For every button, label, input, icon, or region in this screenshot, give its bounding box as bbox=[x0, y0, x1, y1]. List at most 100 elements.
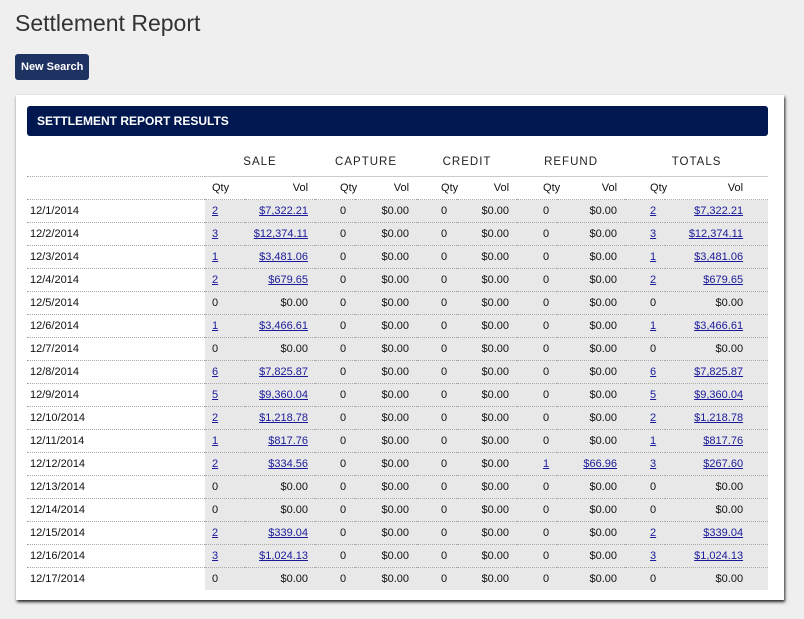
sale-vol-link[interactable]: $817.76 bbox=[268, 435, 308, 447]
results-header: SETTLEMENT REPORT RESULTS bbox=[27, 106, 768, 136]
totals-vol-link[interactable]: $9,360.04 bbox=[694, 389, 743, 401]
credit-vol-cell: $0.00 bbox=[457, 291, 518, 315]
credit-vol-cell: $0.00 bbox=[457, 199, 518, 223]
qty-header: Qty bbox=[417, 176, 458, 200]
refund-qty-link[interactable]: 1 bbox=[543, 458, 549, 470]
settlement-table: SALE CAPTURE CREDIT REFUND TOTALS Qty Vol… bbox=[27, 148, 769, 590]
date-cell: 12/6/2014 bbox=[27, 314, 205, 338]
refund-qty-cell: 0 bbox=[517, 567, 558, 590]
refund-vol-link[interactable]: $66.96 bbox=[583, 458, 617, 470]
credit-qty-cell: 0 bbox=[417, 452, 458, 476]
date-cell: 12/4/2014 bbox=[27, 268, 205, 292]
sale-qty-link[interactable]: 6 bbox=[212, 366, 218, 378]
sale-qty-cell: 5 bbox=[205, 383, 245, 407]
qty-header: Qty bbox=[205, 176, 245, 200]
sale-qty-link[interactable]: 2 bbox=[212, 458, 218, 470]
capture-qty-cell: 0 bbox=[315, 429, 356, 453]
table-row: 12/7/2014 0 $0.00 0 $0.00 0 $0.00 0 $0.00 0 $0.00 bbox=[27, 337, 769, 361]
totals-vol-link[interactable]: $12,374.11 bbox=[689, 228, 743, 240]
sale-qty-link[interactable]: 1 bbox=[212, 251, 218, 263]
totals-vol-link[interactable]: $7,825.87 bbox=[694, 366, 743, 378]
sale-qty-link[interactable]: 2 bbox=[212, 527, 218, 539]
sale-vol-link[interactable]: $7,825.87 bbox=[259, 366, 308, 378]
capture-qty-cell: 0 bbox=[315, 291, 356, 315]
totals-qty-link[interactable]: 5 bbox=[650, 389, 656, 401]
sale-vol-link[interactable]: $1,024.13 bbox=[259, 550, 308, 562]
totals-qty-cell: 0 bbox=[625, 498, 666, 522]
sale-vol-link[interactable]: $1,218.78 bbox=[259, 412, 308, 424]
credit-vol-cell: $0.00 bbox=[457, 314, 518, 338]
sale-qty-link[interactable]: 2 bbox=[212, 412, 218, 424]
totals-qty-link[interactable]: 1 bbox=[650, 251, 656, 263]
totals-vol-cell: $3,466.61 bbox=[665, 314, 769, 338]
totals-vol-link[interactable]: $679.65 bbox=[703, 274, 743, 286]
sale-qty-link[interactable]: 2 bbox=[212, 205, 218, 217]
totals-vol-link[interactable]: $1,218.78 bbox=[694, 412, 743, 424]
totals-qty-link[interactable]: 2 bbox=[650, 205, 656, 217]
totals-qty-link[interactable]: 3 bbox=[650, 458, 656, 470]
new-search-button[interactable]: New Search bbox=[15, 54, 90, 80]
totals-vol-link[interactable]: $7,322.21 bbox=[694, 205, 743, 217]
capture-vol-cell: $0.00 bbox=[355, 544, 418, 568]
totals-qty-link[interactable]: 2 bbox=[650, 274, 656, 286]
sale-vol-link[interactable]: $679.65 bbox=[268, 274, 308, 286]
sale-vol-cell: $1,218.78 bbox=[245, 406, 316, 430]
sale-qty-cell: 0 bbox=[205, 567, 245, 590]
sale-qty-link[interactable]: 5 bbox=[212, 389, 218, 401]
table-row: 12/8/2014 6 $7,825.87 0 $0.00 0 $0.00 0 $0.00 6 $7… bbox=[27, 360, 769, 384]
totals-vol-cell: $1,218.78 bbox=[665, 406, 769, 430]
totals-vol-link[interactable]: $817.76 bbox=[703, 435, 743, 447]
totals-vol-link[interactable]: $339.04 bbox=[703, 527, 743, 539]
totals-vol-cell: $1,024.13 bbox=[665, 544, 769, 568]
credit-qty-cell: 0 bbox=[417, 314, 458, 338]
qty-header: Qty bbox=[517, 176, 560, 200]
sale-qty-link[interactable]: 1 bbox=[212, 320, 218, 332]
refund-qty-cell: 0 bbox=[517, 498, 558, 522]
totals-qty-link[interactable]: 3 bbox=[650, 550, 656, 562]
totals-qty-cell: 3 bbox=[625, 452, 666, 476]
sale-vol-link[interactable]: $7,322.21 bbox=[259, 205, 308, 217]
table-row: 12/13/2014 0 $0.00 0 $0.00 0 $0.00 0 $0.00 0 $0.00 bbox=[27, 475, 769, 499]
sale-qty-link[interactable]: 3 bbox=[212, 550, 218, 562]
capture-vol-cell: $0.00 bbox=[355, 314, 418, 338]
sale-qty-link[interactable]: 2 bbox=[212, 274, 218, 286]
sale-vol-link[interactable]: $339.04 bbox=[268, 527, 308, 539]
credit-vol-cell: $0.00 bbox=[457, 452, 518, 476]
refund-vol-cell: $0.00 bbox=[557, 314, 626, 338]
credit-qty-cell: 0 bbox=[417, 222, 458, 246]
sale-vol-link[interactable]: $334.56 bbox=[268, 458, 308, 470]
totals-qty-cell: 2 bbox=[625, 268, 666, 292]
totals-qty-link[interactable]: 6 bbox=[650, 366, 656, 378]
sale-qty-link[interactable]: 3 bbox=[212, 228, 218, 240]
credit-vol-cell: $0.00 bbox=[457, 268, 518, 292]
sale-vol-cell: $817.76 bbox=[245, 429, 316, 453]
totals-vol-link[interactable]: $267.60 bbox=[703, 458, 743, 470]
capture-vol-cell: $0.00 bbox=[355, 268, 418, 292]
totals-qty-link[interactable]: 1 bbox=[650, 435, 656, 447]
totals-qty-link[interactable]: 2 bbox=[650, 527, 656, 539]
sale-vol-link[interactable]: $12,374.11 bbox=[254, 228, 308, 240]
table-row: 12/16/2014 3 $1,024.13 0 $0.00 0 $0.00 0 $0.00 3 $… bbox=[27, 544, 769, 568]
totals-vol-link[interactable]: $3,481.06 bbox=[694, 251, 743, 263]
sale-qty-cell: 1 bbox=[205, 429, 245, 453]
refund-vol-cell: $0.00 bbox=[557, 245, 626, 269]
totals-vol-link[interactable]: $1,024.13 bbox=[694, 550, 743, 562]
totals-qty-link[interactable]: 3 bbox=[650, 228, 656, 240]
sale-qty-link[interactable]: 1 bbox=[212, 435, 218, 447]
table-row: 12/9/2014 5 $9,360.04 0 $0.00 0 $0.00 0 $0.00 5 $9… bbox=[27, 383, 769, 407]
table-row: 12/4/2014 2 $679.65 0 $0.00 0 $0.00 0 $0.00 2 $679… bbox=[27, 268, 769, 292]
group-sale: SALE bbox=[243, 156, 277, 168]
credit-qty-cell: 0 bbox=[417, 498, 458, 522]
sale-vol-link[interactable]: $3,466.61 bbox=[259, 320, 308, 332]
capture-qty-cell: 0 bbox=[315, 544, 356, 568]
vol-header: Vol bbox=[665, 176, 769, 200]
sale-vol-link[interactable]: $9,360.04 bbox=[259, 389, 308, 401]
totals-qty-link[interactable]: 2 bbox=[650, 412, 656, 424]
credit-qty-cell: 0 bbox=[417, 291, 458, 315]
totals-vol-cell: $0.00 bbox=[665, 567, 769, 590]
totals-vol-link[interactable]: $3,466.61 bbox=[694, 320, 743, 332]
sale-vol-link[interactable]: $3,481.06 bbox=[259, 251, 308, 263]
totals-qty-link[interactable]: 1 bbox=[650, 320, 656, 332]
sale-qty-cell: 3 bbox=[205, 544, 245, 568]
capture-vol-cell: $0.00 bbox=[355, 222, 418, 246]
